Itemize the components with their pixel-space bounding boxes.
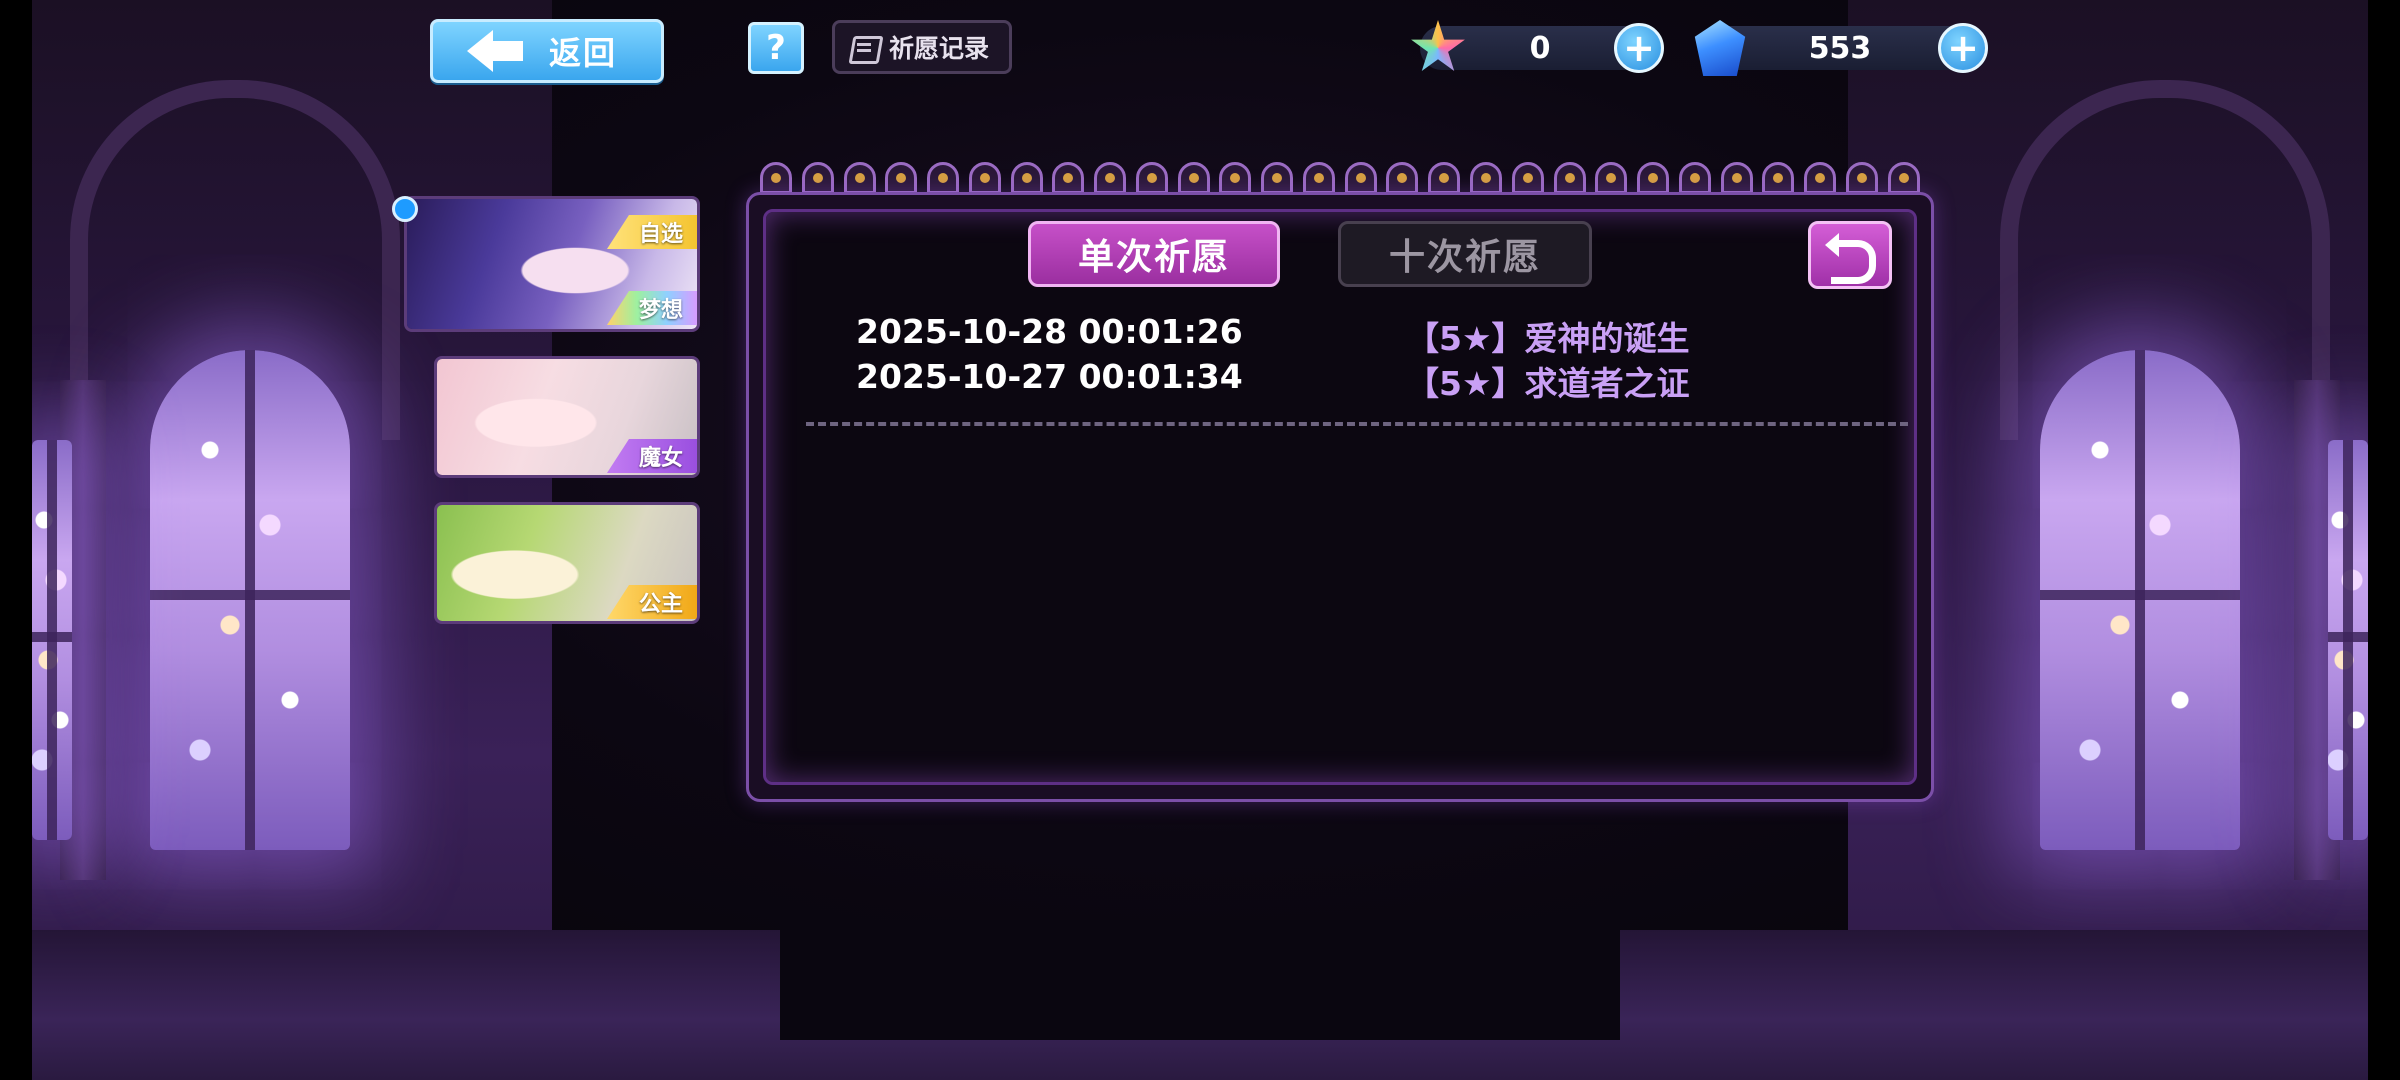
record-time: 2025-10-27 00:01:34 (856, 357, 1243, 396)
right-edge-glass (2328, 440, 2368, 840)
banner-tab-dream[interactable]: 自选 梦想 (404, 196, 700, 332)
return-button[interactable] (1808, 221, 1892, 289)
add-star-currency-button[interactable]: + (1614, 23, 1664, 73)
right-letterbox (2368, 0, 2400, 1080)
right-stained-glass (2040, 350, 2240, 850)
left-edge-glass (32, 440, 72, 840)
left-stained-glass (150, 350, 350, 850)
add-gem-currency-button[interactable]: + (1938, 23, 1988, 73)
panel-inner (763, 209, 1917, 785)
back-button-label: 返回 (549, 34, 618, 72)
star-currency-value: 0 (1529, 30, 1551, 66)
divider (806, 422, 1908, 426)
wish-record-button[interactable]: 祈愿记录 (832, 20, 1012, 74)
back-button[interactable]: 返回 (430, 19, 664, 83)
gem-currency-value: 553 (1808, 30, 1872, 66)
selected-indicator (392, 196, 418, 222)
banner-tab-witch[interactable]: 魔女 (434, 356, 700, 478)
record-item: 【5★】求道者之证 (1406, 364, 1690, 403)
record-row: 2025-10-28 00:01:26 【5★】爱神的诞生 (856, 312, 1856, 358)
help-button[interactable]: ? (748, 22, 804, 74)
scroll-icon (847, 30, 881, 64)
left-letterbox (0, 0, 32, 1080)
altar-step (780, 920, 1620, 1040)
tab-single-wish[interactable]: 单次祈愿 (1028, 221, 1280, 287)
wish-record-label: 祈愿记录 (889, 34, 990, 63)
record-time: 2025-10-28 00:01:26 (856, 312, 1243, 351)
record-row: 2025-10-27 00:01:34 【5★】求道者之证 (856, 357, 1856, 403)
tab-ten-wish[interactable]: 十次祈愿 (1338, 221, 1592, 287)
arrow-left-icon (467, 30, 527, 72)
banner-tab-princess[interactable]: 公主 (434, 502, 700, 624)
record-item: 【5★】爱神的诞生 (1406, 319, 1690, 358)
